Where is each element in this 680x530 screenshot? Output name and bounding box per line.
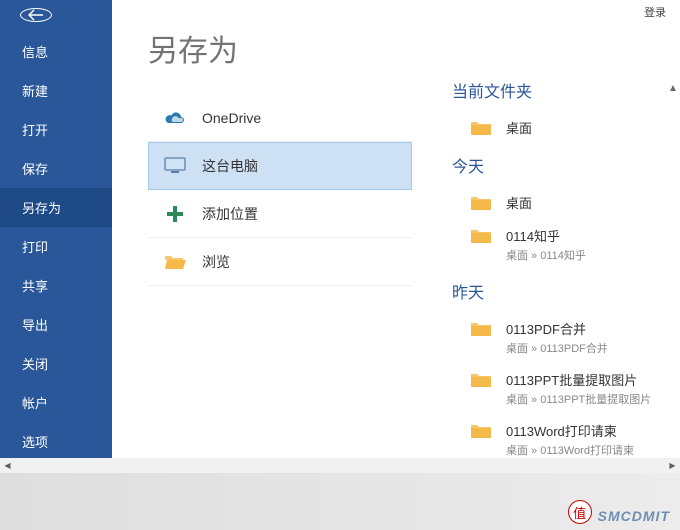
folder-icon [470, 120, 492, 136]
save-locations-column: 另存为 OneDrive 这台电脑添加位置浏览 [112, 0, 412, 460]
nav-footer-item-0[interactable]: 帐户 [0, 383, 112, 422]
folder-row[interactable]: 0114知乎桌面 » 0114知乎 [452, 220, 680, 271]
scroll-right-button[interactable]: ▶ [665, 458, 680, 473]
folder-row[interactable]: 0113Word打印请柬桌面 » 0113Word打印请柬 [452, 415, 680, 460]
folder-row[interactable]: 0113PPT批量提取图片桌面 » 0113PPT批量提取图片 [452, 364, 680, 415]
folder-row[interactable]: 桌面 [452, 187, 680, 220]
location-label: OneDrive [202, 110, 261, 126]
folder-name: 0113PPT批量提取图片 [506, 370, 651, 389]
section-header: 当前文件夹 [452, 78, 680, 102]
scroll-up-button[interactable]: ▲ [666, 78, 680, 98]
horizontal-scrollbar[interactable]: ◀ ▶ [0, 458, 680, 473]
folder-name: 0113PDF合并 [506, 319, 608, 338]
page-title: 另存为 [148, 26, 412, 70]
location-list: OneDrive 这台电脑添加位置浏览 [148, 94, 412, 286]
folder-path: 桌面 » 0114知乎 [506, 247, 586, 263]
nav-item-7[interactable]: 导出 [0, 305, 112, 344]
folder-path: 桌面 » 0113PDF合并 [506, 340, 608, 356]
plus-icon [164, 203, 186, 225]
folder-icon [470, 372, 492, 388]
folder-icon [470, 423, 492, 439]
nav-item-5[interactable]: 打印 [0, 227, 112, 266]
bottom-strip: 值 SMCDMIT [0, 473, 680, 530]
folder-name: 0113Word打印请柬 [506, 421, 634, 440]
location-label: 这台电脑 [202, 156, 258, 176]
folder-icon [470, 321, 492, 337]
location-label: 浏览 [202, 252, 230, 272]
computer-icon [164, 155, 186, 177]
folder-name: 桌面 [506, 118, 532, 137]
location-computer[interactable]: 这台电脑 [148, 142, 412, 190]
nav-item-2[interactable]: 打开 [0, 110, 112, 149]
folder-icon [470, 228, 492, 244]
watermark-badge: 值 [568, 500, 592, 524]
location-cloud[interactable]: OneDrive [148, 94, 412, 142]
arrow-left-icon [28, 9, 44, 21]
back-button[interactable] [20, 8, 52, 22]
nav-item-6[interactable]: 共享 [0, 266, 112, 305]
location-plus[interactable]: 添加位置 [148, 190, 412, 238]
folder-row[interactable]: 桌面 [452, 112, 680, 145]
section-header: 今天 [452, 153, 680, 177]
backstage-view: 信息新建打开保存另存为打印共享导出关闭 帐户选项 登录 另存为 OneDrive… [0, 0, 680, 460]
folder-path: 桌面 » 0113Word打印请柬 [506, 442, 634, 458]
open-folder-icon [164, 251, 186, 273]
nav-footer-item-1[interactable]: 选项 [0, 422, 112, 461]
folder-name: 桌面 [506, 193, 532, 212]
location-label: 添加位置 [202, 204, 258, 224]
location-open-folder[interactable]: 浏览 [148, 238, 412, 286]
watermark-text: SMCDMIT [598, 508, 670, 524]
section-header: 昨天 [452, 279, 680, 303]
sidebar: 信息新建打开保存另存为打印共享导出关闭 帐户选项 [0, 0, 112, 460]
folder-path: 桌面 » 0113PPT批量提取图片 [506, 391, 651, 407]
nav-item-0[interactable]: 信息 [0, 32, 112, 71]
cloud-icon [164, 107, 186, 129]
recent-folders-column: ▲ 当前文件夹桌面今天桌面0114知乎桌面 » 0114知乎昨天0113PDF合… [412, 0, 680, 460]
folder-icon [470, 195, 492, 211]
nav-item-8[interactable]: 关闭 [0, 344, 112, 383]
folder-row[interactable]: 0113PDF合并桌面 » 0113PDF合并 [452, 313, 680, 364]
folder-name: 0114知乎 [506, 226, 586, 245]
nav-item-1[interactable]: 新建 [0, 71, 112, 110]
scroll-left-button[interactable]: ◀ [0, 458, 15, 473]
scrollbar-track[interactable] [15, 458, 665, 473]
nav-item-4[interactable]: 另存为 [0, 188, 112, 227]
nav-item-3[interactable]: 保存 [0, 149, 112, 188]
main-area: 登录 另存为 OneDrive这台电脑添加位置浏览 ▲ 当前文件夹桌面今天桌面0… [112, 0, 680, 460]
